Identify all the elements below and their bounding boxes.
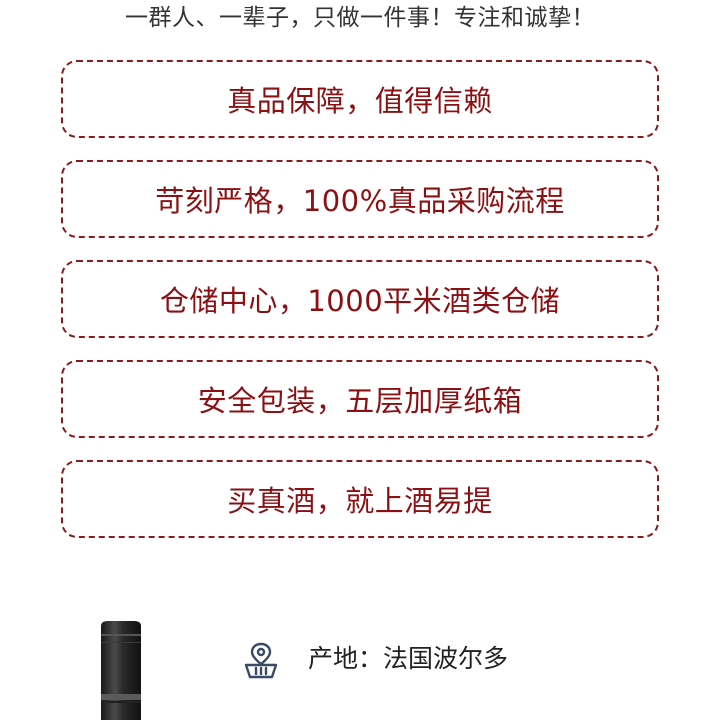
promise-text: 仓储中心，1000平米酒类仓储 [159,284,561,318]
location-basket-icon [244,642,278,679]
product-origin: 产地：法国波尔多 [308,644,509,673]
promise-card-authentic: 真品保障，值得信赖 [61,60,659,138]
promise-card-slogan: 买真酒，就上酒易提 [61,460,659,538]
wine-bottle-image [101,621,141,720]
promise-text: 真品保障，值得信赖 [227,84,493,118]
promise-card-warehouse: 仓储中心，1000平米酒类仓储 [61,260,659,338]
promise-text: 安全包装，五层加厚纸箱 [197,384,523,418]
promise-text: 买真酒，就上酒易提 [227,484,493,518]
promise-card-procurement: 苛刻严格，100%真品采购流程 [61,160,659,238]
promise-card-packaging: 安全包装，五层加厚纸箱 [61,360,659,438]
product-detail-page: 一群人、一辈子，只做一件事！专注和诚挚！ 真品保障，值得信赖 苛刻严格，100%… [0,0,720,720]
brand-tagline: 一群人、一辈子，只做一件事！专注和诚挚！ [125,5,595,31]
promise-text: 苛刻严格，100%真品采购流程 [155,184,565,218]
